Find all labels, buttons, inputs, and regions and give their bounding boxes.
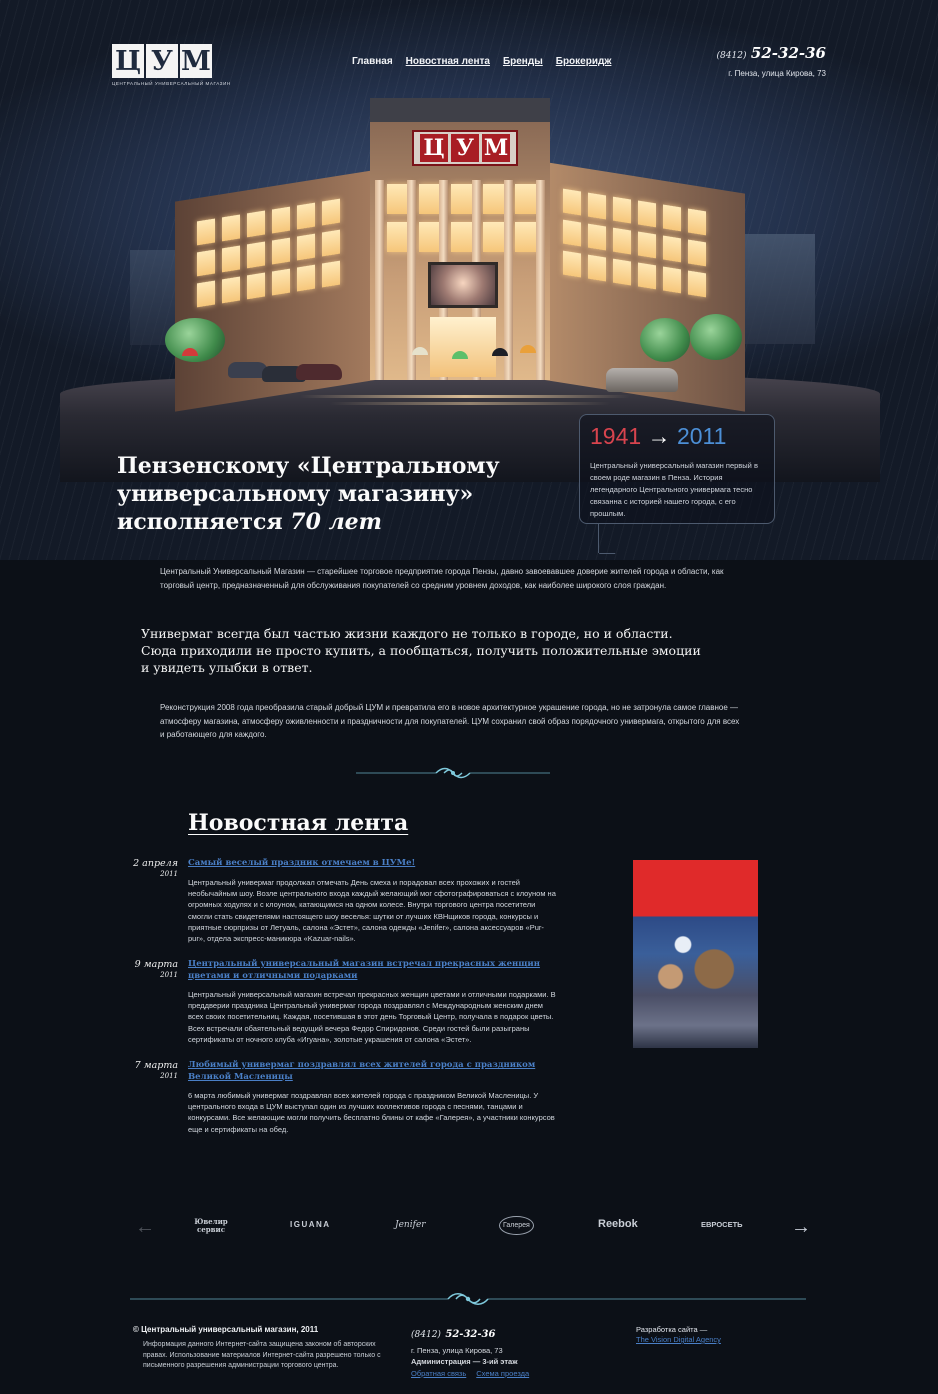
news-date-day: 2 апреля: [133, 858, 178, 869]
news-date: 7 марта 2011: [100, 1060, 178, 1080]
developer-link[interactable]: The Vision Digital Agency: [636, 1335, 721, 1344]
reconstruction-paragraph: Реконструкция 2008 года преобразила стар…: [160, 703, 740, 739]
nav-home[interactable]: Главная: [352, 56, 393, 67]
news-date: 2 апреля 2011: [100, 858, 178, 878]
news-body: 6 марта любимый универмаг поздравлял все…: [188, 1091, 555, 1134]
nav-brands[interactable]: Бренды: [503, 56, 543, 67]
logo-letter: Ц: [112, 44, 144, 78]
nav-news[interactable]: Новостная лента: [406, 56, 490, 67]
tree: [690, 314, 742, 360]
building-sign: Ц У М: [412, 130, 518, 166]
partners-carousel: ← Ювелир сервис IGUANA Jenifer Галерея R…: [135, 1214, 813, 1240]
news-date-day: 9 марта: [134, 959, 178, 970]
years-range: 1941 → 2011: [590, 423, 726, 450]
footer-phone-number: 52-32-36: [445, 1329, 496, 1340]
news-photo[interactable]: [633, 860, 758, 1048]
news-date-year: 2011: [160, 1072, 178, 1080]
nav-brokerage[interactable]: Брокеридж: [556, 56, 612, 67]
light-streak: [300, 395, 630, 398]
footer-legal: Информация данного Интернет-сайта защище…: [143, 1341, 381, 1369]
intro-paragraph: Центральный Универсальный Магазин — стар…: [160, 567, 724, 590]
partner-logo-galereya[interactable]: Галерея: [499, 1216, 534, 1235]
phone-number: 52-32-36: [750, 44, 826, 62]
phone-code: (8412): [716, 51, 747, 61]
neighbor-building: [735, 234, 815, 344]
footer-phone-code: (8412): [411, 1330, 441, 1340]
feedback-link[interactable]: Обратная связь: [411, 1369, 466, 1378]
ornament-divider: [356, 767, 550, 779]
footer-copyright: © Центральный универсальный магазин, 201…: [133, 1325, 319, 1334]
anniversary-age: 70 лет: [290, 509, 382, 535]
news-section-title[interactable]: Новостная лента: [188, 810, 408, 836]
news-date-day: 7 марта: [134, 1060, 178, 1071]
footer-address: г. Пенза, улица Кирова, 73: [411, 1346, 503, 1355]
logo-letter: М: [180, 44, 212, 78]
bubble-text: Центральный универсальный магазин первый…: [590, 461, 758, 518]
news-headline-link[interactable]: Центральный универсальный магазин встреч…: [188, 959, 548, 982]
site-logo[interactable]: Ц У М ЦЕНТРАЛЬНЫЙ УНИВЕРСАЛЬНЫЙ МАГАЗИН: [112, 44, 231, 88]
news-headline-link[interactable]: Самый веселый праздник отмечаем в ЦУМе!: [188, 858, 548, 870]
news-body: Центральный универмаг продолжал отмечать…: [188, 878, 556, 944]
header-address: г. Пенза, улица Кирова, 73: [728, 69, 826, 78]
directions-map-link[interactable]: Схема проезда: [476, 1369, 529, 1378]
car: [296, 364, 342, 380]
news-date-year: 2011: [160, 870, 178, 878]
header-contact: (8412) 52-32-36 г. Пенза, улица Кирова, …: [717, 44, 826, 78]
news-headline-link[interactable]: Любимый универмаг поздравлял всех жителе…: [188, 1060, 548, 1083]
logo-letter: У: [146, 44, 178, 78]
partner-logo-iguana[interactable]: IGUANA: [290, 1220, 331, 1229]
sign-letter: М: [482, 134, 510, 162]
main-nav: Главная Новостная лента Бренды Брокеридж: [352, 56, 611, 67]
partner-logo-juvelir[interactable]: Ювелир сервис: [193, 1218, 229, 1234]
intro-quote: Универмаг всегда был частью жизни каждог…: [141, 626, 701, 675]
news-date: 9 марта 2011: [100, 959, 178, 979]
partner-logo-reebok[interactable]: Reebok: [598, 1218, 638, 1230]
footer-links: Обратная связь Схема проезда: [411, 1369, 529, 1378]
arrow-right-icon: →: [647, 423, 671, 449]
partner-logo-evroset[interactable]: ЕВРОСЕТЬ: [701, 1220, 743, 1229]
tree: [640, 318, 690, 362]
logo-mark: Ц У М: [112, 44, 214, 78]
carousel-prev-arrow-icon[interactable]: ←: [135, 1217, 155, 1237]
sign-letter: У: [451, 134, 479, 162]
news-body: Центральный универсальный магазин встреч…: [188, 990, 556, 1044]
developer-label: Разработка сайта —: [636, 1325, 708, 1334]
news-date-year: 2011: [160, 971, 178, 979]
footer-contact: (8412) 52-32-36 г. Пенза, улица Кирова, …: [411, 1324, 529, 1378]
year-from: 1941: [590, 423, 642, 449]
page: Ц У М Ц У М ЦЕНТРАЛЬНЫЙ УНИВЕРСАЛЬНЫЙ МА…: [0, 0, 938, 1394]
footer-ornament-divider: [130, 1293, 806, 1305]
car: [606, 368, 678, 392]
year-to: 2011: [676, 423, 727, 449]
footer-admin-floor: Администрация — 3-ий этаж: [411, 1357, 518, 1366]
partner-logo-jenifer[interactable]: Jenifer: [395, 1220, 426, 1230]
anniversary-title: Пензенскому «Центральному универсальному…: [117, 452, 507, 536]
sign-letter: Ц: [420, 134, 448, 162]
footer-developer: Разработка сайта — The Vision Digital Ag…: [636, 1325, 721, 1345]
carousel-next-arrow-icon[interactable]: →: [791, 1217, 811, 1237]
building-entrance: [430, 317, 496, 377]
logo-subtitle: ЦЕНТРАЛЬНЫЙ УНИВЕРСАЛЬНЫЙ МАГАЗИН: [112, 81, 231, 86]
video-screen: [428, 262, 498, 308]
light-streak: [330, 402, 610, 405]
bubble-tail: [598, 523, 612, 553]
